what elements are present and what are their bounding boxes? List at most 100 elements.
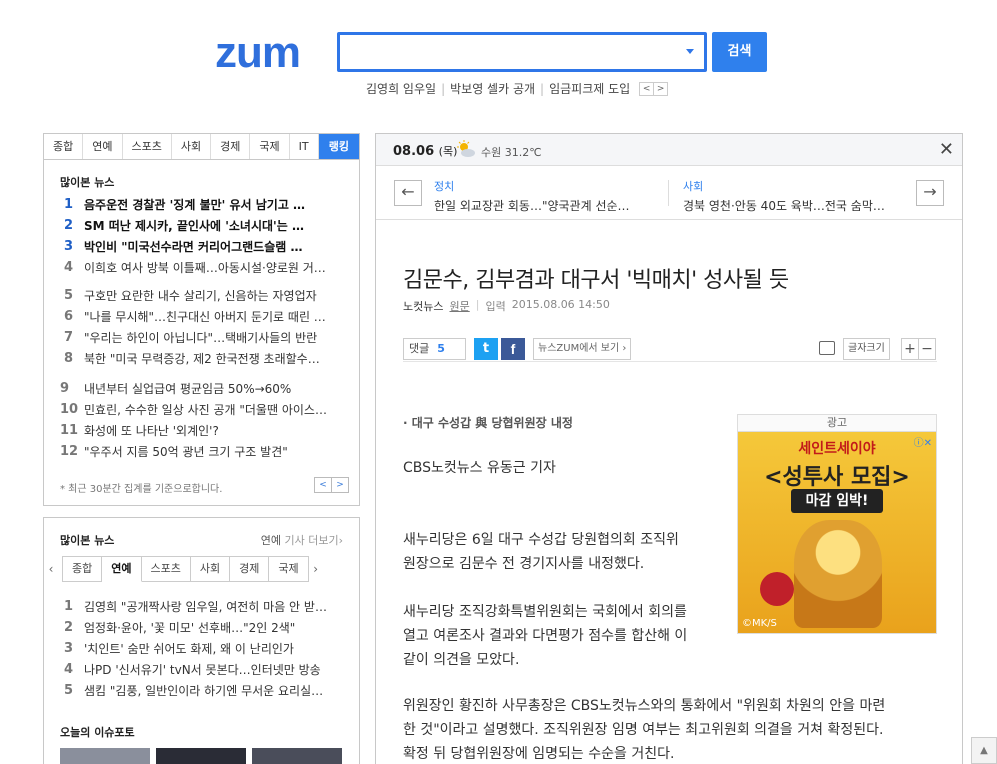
thumbnail[interactable]	[156, 748, 246, 764]
tab-sports[interactable]: 스포츠	[141, 556, 191, 582]
original-link[interactable]: 원문	[449, 298, 469, 314]
twitter-share-icon[interactable]: t	[474, 338, 498, 360]
tab-world[interactable]: 국제	[269, 556, 309, 582]
news-title[interactable]: 나PD '신서유기' tvN서 못본다…인터넷만 방송	[84, 661, 321, 678]
trend-keyword[interactable]: 임금피크제 도입	[549, 80, 630, 97]
ticker-text[interactable]: 경북 영천·안동 40도 육박…전국 숨막…	[683, 197, 885, 214]
rank-number: 11	[60, 423, 79, 438]
tab-society[interactable]: 사회	[172, 134, 212, 159]
search-button[interactable]: 검색	[712, 32, 767, 72]
rank-number: 2	[64, 218, 74, 233]
news-title[interactable]: 엄정화·윤아, '꽃 미모' 선후배…"2인 2색"	[84, 619, 295, 636]
news-title[interactable]: 북한 "미국 무력증강, 제2 한국전쟁 초래할수…	[84, 350, 320, 367]
tab-sports[interactable]: 스포츠	[123, 134, 172, 159]
trend-next-button[interactable]: >	[653, 81, 669, 96]
tab-economy[interactable]: 경제	[211, 134, 251, 159]
ticker-text[interactable]: 한일 외교장관 회동…"양국관계 선순…	[434, 197, 630, 214]
thumbnail[interactable]	[252, 748, 342, 764]
news-title[interactable]: 구호만 요란한 내수 살리기, 신음하는 자영업자	[84, 287, 317, 304]
comments-button[interactable]: 댓글 5	[403, 338, 466, 360]
print-icon[interactable]	[819, 341, 835, 355]
ad-character-image	[794, 520, 882, 628]
date-weather-bar: 08.06 (목) 수원 31.2℃ ✕	[376, 134, 962, 166]
tab-ranking[interactable]: 랭킹	[318, 134, 359, 159]
list-item[interactable]: 9 내년부터 실업급여 평균임금 50%→60%	[60, 378, 344, 399]
zum-logo[interactable]: zum	[215, 31, 301, 75]
prev-button[interactable]: <	[314, 477, 332, 493]
tab-economy[interactable]: 경제	[230, 556, 270, 582]
ticker-next-icon[interactable]: →	[916, 180, 944, 206]
list-item[interactable]: 5 샘킴 "김풍, 일반인이라 하기엔 무서운 요리실…	[64, 680, 346, 701]
next-button[interactable]: >	[331, 477, 349, 493]
tab-general[interactable]: 종합	[44, 134, 84, 159]
news-title[interactable]: 이희호 여사 방북 이틀째…아동시설·양로원 거…	[84, 259, 326, 276]
list-item[interactable]: 8 북한 "미국 무력증강, 제2 한국전쟁 초래할수…	[64, 348, 344, 369]
trend-keyword[interactable]: 박보영 셀카 공개	[450, 80, 535, 97]
list-item[interactable]: 2 SM 떠난 제시카, 끝인사에 '소녀시대'는 …	[64, 215, 344, 236]
rank-number: 3	[64, 641, 74, 656]
trend-prev-button[interactable]: <	[639, 81, 655, 96]
thumbnail[interactable]	[60, 748, 150, 764]
list-item[interactable]: 3 박인비 "미국선수라면 커리어그랜드슬램 …	[64, 236, 344, 257]
news-title[interactable]: "우주서 지름 50억 광년 크기 구조 발견"	[84, 443, 288, 460]
trend-keyword[interactable]: 김영희 임우일	[366, 80, 436, 97]
news-title[interactable]: SM 떠난 제시카, 끝인사에 '소녀시대'는 …	[84, 217, 304, 234]
list-item[interactable]: 7 "우리는 하인이 아닙니다"…택배기사들의 반란	[64, 327, 344, 348]
news-title[interactable]: 김영희 "공개짝사랑 임우일, 여전히 마음 안 받…	[84, 598, 327, 615]
tabs-prev-icon[interactable]: ‹	[44, 562, 58, 576]
ticker-category[interactable]: 사회	[683, 178, 885, 194]
tab-it[interactable]: IT	[290, 134, 319, 159]
view-on-zum-button[interactable]: 뉴스ZUM에서 보기 ›	[533, 338, 632, 360]
font-decrease-button[interactable]: −	[918, 338, 936, 360]
ticker-item[interactable]: 사회 경북 영천·안동 40도 육박…전국 숨막…	[683, 178, 885, 214]
news-title[interactable]: "나를 무시해"…친구대신 아버지 둔기로 때린 …	[84, 308, 326, 325]
rank-number: 4	[64, 260, 74, 275]
list-item[interactable]: 12 "우주서 지름 50억 광년 크기 구조 발견"	[60, 441, 344, 462]
list-item[interactable]: 3 '치인트' 숨만 쉬어도 화제, 왜 이 난리인가	[64, 638, 346, 659]
list-item[interactable]: 10 민효린, 수수한 일상 사진 공개 "더울땐 아이스…	[60, 399, 344, 420]
article-source: 노컷뉴스	[403, 300, 444, 313]
list-item[interactable]: 1 김영희 "공개짝사랑 임우일, 여전히 마음 안 받…	[64, 596, 346, 617]
search-input[interactable]	[348, 35, 668, 69]
list-item[interactable]: 11 화성에 또 나타난 '외계인'?	[60, 420, 344, 441]
news-title[interactable]: 음주운전 경찰관 '징계 불만' 유서 남기고 …	[84, 196, 305, 213]
list-item[interactable]: 1 음주운전 경찰관 '징계 불만' 유서 남기고 …	[64, 194, 344, 215]
tab-general[interactable]: 종합	[62, 556, 103, 582]
rank-number: 7	[64, 330, 74, 345]
ticker-prev-icon[interactable]: ←	[394, 180, 422, 206]
news-title[interactable]: 민효린, 수수한 일상 사진 공개 "더울땐 아이스…	[84, 401, 327, 418]
tab-entertainment[interactable]: 연예	[83, 134, 123, 159]
rank-number: 5	[64, 683, 74, 698]
list-item[interactable]: 4 나PD '신서유기' tvN서 못본다…인터넷만 방송	[64, 659, 346, 680]
scroll-top-button[interactable]: ▲	[971, 737, 997, 764]
facebook-share-icon[interactable]: f	[501, 338, 525, 360]
news-title[interactable]: '치인트' 숨만 쉬어도 화제, 왜 이 난리인가	[84, 640, 294, 657]
weather-text: 수원 31.2℃	[481, 146, 542, 159]
ad-banner[interactable]: ⓘ✕ 세인트세이야 <성투사 모집> 마감 임박! ©MK/S	[738, 432, 936, 633]
list-item[interactable]: 2 엄정화·윤아, '꽃 미모' 선후배…"2인 2색"	[64, 617, 346, 638]
news-title[interactable]: "우리는 하인이 아닙니다"…택배기사들의 반란	[84, 329, 317, 346]
more-category[interactable]: 연예	[261, 534, 281, 547]
tab-entertainment[interactable]: 연예	[102, 556, 142, 582]
news-title[interactable]: 내년부터 실업급여 평균임금 50%→60%	[84, 380, 291, 397]
ticker-item[interactable]: 정치 한일 외교장관 회동…"양국관계 선순…	[434, 178, 630, 214]
more-articles-link[interactable]: 연예 기사 더보기›	[261, 532, 343, 548]
news-title[interactable]: 화성에 또 나타난 '외계인'?	[84, 422, 219, 439]
tabs-next-icon[interactable]: ›	[309, 562, 323, 576]
news-title[interactable]: 샘킴 "김풍, 일반인이라 하기엔 무서운 요리실…	[84, 682, 323, 699]
close-icon[interactable]: ✕	[939, 139, 954, 160]
tab-society[interactable]: 사회	[190, 556, 231, 582]
input-label: 입력	[485, 300, 506, 313]
list-item[interactable]: 5 구호만 요란한 내수 살리기, 신음하는 자영업자	[64, 285, 344, 306]
news-title[interactable]: 박인비 "미국선수라면 커리어그랜드슬램 …	[84, 238, 302, 255]
list-item[interactable]: 4 이희호 여사 방북 이틀째…아동시설·양로원 거…	[64, 257, 344, 278]
advertisement[interactable]: 광고 ⓘ✕ 세인트세이야 <성투사 모집> 마감 임박! ©MK/S	[737, 414, 937, 634]
article-meta: 노컷뉴스 원문 | 입력 2015.08.06 14:50	[403, 298, 610, 314]
font-increase-button[interactable]: +	[901, 338, 919, 360]
ticker-category[interactable]: 정치	[434, 178, 630, 194]
search-dropdown-icon[interactable]	[686, 49, 694, 54]
search-box[interactable]	[337, 32, 707, 72]
list-item[interactable]: 6 "나를 무시해"…친구대신 아버지 둔기로 때린 …	[64, 306, 344, 327]
tab-world[interactable]: 국제	[250, 134, 290, 159]
more-text[interactable]: 기사 더보기	[284, 534, 338, 547]
